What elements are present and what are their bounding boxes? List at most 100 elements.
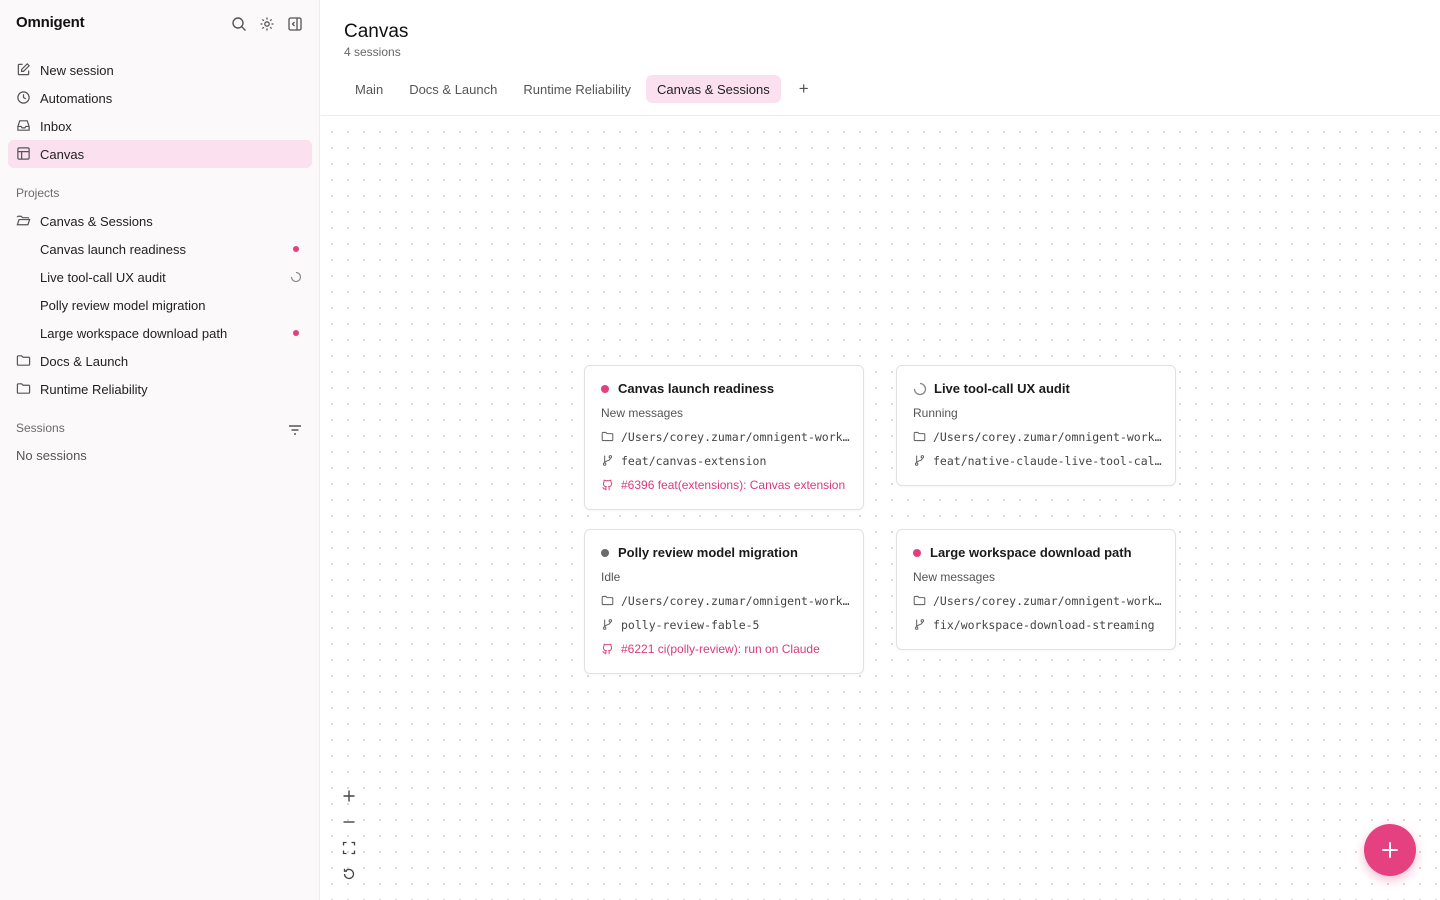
nav-new-session[interactable]: New session (8, 56, 312, 84)
card-branch: feat/native-claude-live-tool-calls (913, 454, 1163, 468)
card-title: Large workspace download path (913, 545, 1132, 560)
session-card[interactable]: Canvas launch readiness New messages /Us… (584, 365, 864, 510)
github-icon (601, 642, 615, 656)
page-header: Canvas 4 sessions Main Docs & Launch Run… (321, 0, 1440, 116)
nav-label: New session (40, 62, 114, 78)
nav-label: Automations (40, 90, 113, 106)
session-label: Polly review model migration (40, 297, 206, 313)
session-card[interactable]: Live tool-call UX audit Running /Users/c… (896, 365, 1176, 486)
nav-inbox[interactable]: Inbox (8, 112, 312, 140)
project-label: Runtime Reliability (40, 381, 148, 397)
edit-icon (16, 62, 32, 78)
session-item[interactable]: Large workspace download path (8, 319, 312, 347)
project-label: Docs & Launch (40, 353, 129, 369)
page-title: Canvas (344, 21, 409, 42)
tab-main[interactable]: Main (344, 75, 394, 103)
projects-list: Canvas & Sessions Canvas launch readines… (8, 207, 312, 403)
tab-runtime-reliability[interactable]: Runtime Reliability (512, 75, 642, 103)
session-label: Large workspace download path (40, 325, 228, 341)
zoom-out-icon[interactable] (337, 809, 361, 835)
folder-icon (601, 594, 615, 608)
spinner-icon (913, 382, 927, 396)
card-title: Live tool-call UX audit (913, 381, 1070, 396)
zoom-controls (337, 783, 361, 887)
new-messages-dot (293, 330, 299, 336)
card-path: /Users/corey.zumar/omnigent-workspace (913, 430, 1163, 444)
card-status: Idle (601, 570, 621, 584)
branch-text: feat/canvas-extension (621, 454, 767, 468)
card-status: New messages (601, 406, 684, 420)
app-logo: Omnigent (16, 14, 85, 31)
folder-icon (16, 353, 32, 369)
card-path: /Users/corey.zumar/omnigent-workspace (601, 430, 851, 444)
nav-canvas[interactable]: Canvas (8, 140, 312, 168)
github-icon (601, 478, 615, 492)
card-pr-link[interactable]: #6221 ci(polly-review): run on Claude (601, 642, 851, 656)
project-label: Canvas & Sessions (40, 213, 153, 229)
canvas-area[interactable]: Canvas launch readiness New messages /Us… (321, 117, 1440, 900)
sidebar-toolbar (229, 14, 305, 34)
card-path: /Users/corey.zumar/omnigent-workspace (913, 594, 1163, 608)
project-docs-launch[interactable]: Docs & Launch (8, 347, 312, 375)
card-title-text: Large workspace download path (930, 545, 1132, 560)
git-branch-icon (601, 618, 615, 632)
session-label: Canvas launch readiness (40, 241, 186, 257)
pr-text: #6221 ci(polly-review): run on Claude (621, 642, 820, 656)
session-card[interactable]: Large workspace download path New messag… (896, 529, 1176, 650)
search-icon[interactable] (229, 14, 249, 34)
folder-icon (913, 594, 927, 608)
git-branch-icon (913, 618, 927, 632)
card-title: Polly review model migration (601, 545, 798, 560)
path-text: /Users/corey.zumar/omnigent-workspace (933, 594, 1163, 608)
card-title-text: Live tool-call UX audit (934, 381, 1070, 396)
fit-view-icon[interactable] (337, 835, 361, 861)
session-label: Live tool-call UX audit (40, 269, 166, 285)
folder-icon (16, 381, 32, 397)
card-branch: polly-review-fable-5 (601, 618, 851, 632)
nav-label: Inbox (40, 118, 72, 134)
filter-icon[interactable] (287, 422, 303, 438)
pr-text: #6396 feat(extensions): Canvas extension (621, 478, 846, 492)
path-text: /Users/corey.zumar/omnigent-workspace (933, 430, 1163, 444)
nav-automations[interactable]: Automations (8, 84, 312, 112)
tab-bar: Main Docs & Launch Runtime Reliability C… (344, 75, 817, 103)
branch-text: feat/native-claude-live-tool-calls (933, 454, 1163, 468)
session-item[interactable]: Canvas launch readiness (8, 235, 312, 263)
empty-sessions-text: No sessions (16, 448, 87, 463)
spinner-icon (290, 271, 302, 283)
clock-icon (16, 90, 32, 106)
path-text: /Users/corey.zumar/omnigent-workspace (621, 430, 851, 444)
folder-icon (601, 430, 615, 444)
path-text: /Users/corey.zumar/omnigent-workspace (621, 594, 851, 608)
inbox-icon (16, 118, 32, 134)
card-branch: fix/workspace-download-streaming (913, 618, 1163, 632)
git-branch-icon (601, 454, 615, 468)
new-messages-dot (601, 384, 609, 393)
gear-icon[interactable] (257, 14, 277, 34)
card-pr-link[interactable]: #6396 feat(extensions): Canvas extension (601, 478, 851, 492)
card-path: /Users/corey.zumar/omnigent-workspace (601, 594, 851, 608)
card-title: Canvas launch readiness (601, 381, 774, 396)
collapse-sidebar-icon[interactable] (285, 14, 305, 34)
tab-docs-launch[interactable]: Docs & Launch (398, 75, 508, 103)
new-messages-dot (913, 548, 921, 557)
sessions-heading: Sessions (16, 421, 65, 435)
card-status: Running (913, 406, 958, 420)
project-canvas-sessions[interactable]: Canvas & Sessions (8, 207, 312, 235)
branch-text: fix/workspace-download-streaming (933, 618, 1155, 632)
reset-view-icon[interactable] (337, 861, 361, 887)
add-tab-button[interactable]: + (791, 75, 817, 103)
zoom-in-icon[interactable] (337, 783, 361, 809)
new-messages-dot (293, 246, 299, 252)
new-session-fab[interactable] (1364, 824, 1416, 876)
session-card[interactable]: Polly review model migration Idle /Users… (584, 529, 864, 674)
card-branch: feat/canvas-extension (601, 454, 851, 468)
project-runtime-reliability[interactable]: Runtime Reliability (8, 375, 312, 403)
tab-canvas-sessions[interactable]: Canvas & Sessions (646, 75, 781, 103)
session-item[interactable]: Live tool-call UX audit (8, 263, 312, 291)
idle-dot (601, 548, 609, 557)
sidebar-nav: New session Automations Inbox Canvas (8, 56, 312, 168)
sidebar: Omnigent New session Automations Inbox C… (0, 0, 320, 900)
folder-icon (913, 430, 927, 444)
session-item[interactable]: Polly review model migration (8, 291, 312, 319)
